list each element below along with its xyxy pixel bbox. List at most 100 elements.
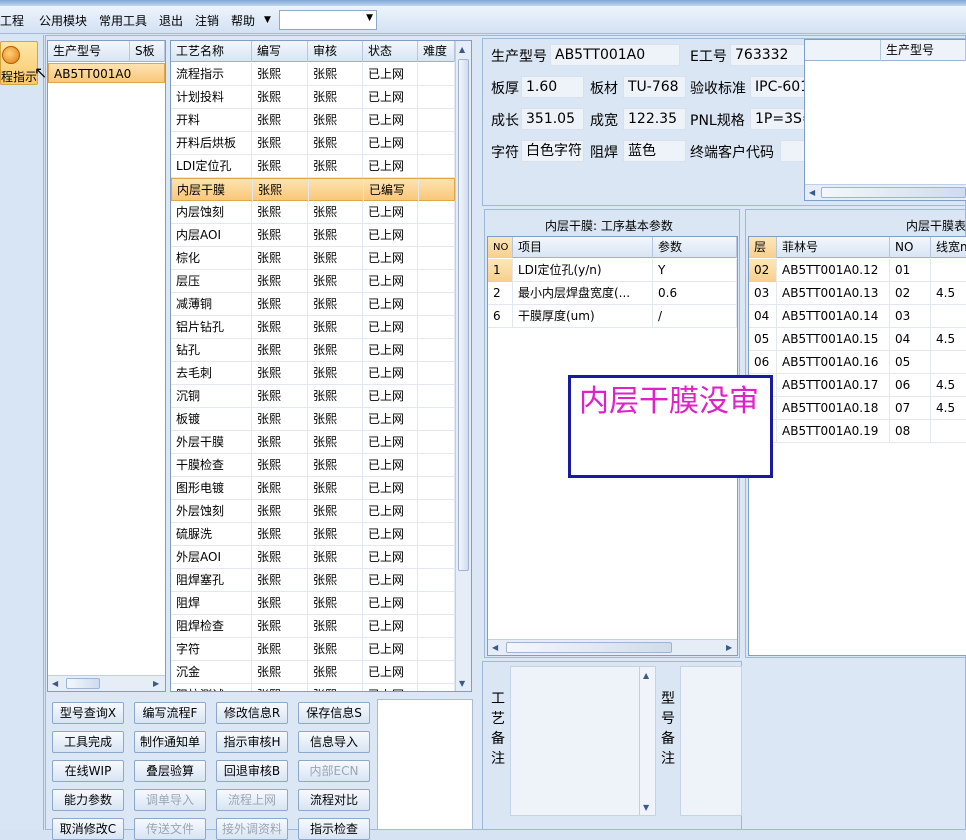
- param-row[interactable]: 1 LDI定位孔(y/n) Y: [488, 259, 737, 282]
- col-header-process-name[interactable]: 工艺名称: [171, 41, 252, 62]
- process-row[interactable]: 图形电镀 张熙 张熙 已上网: [171, 477, 455, 500]
- process-row[interactable]: 铝片钻孔 张熙 张熙 已上网: [171, 316, 455, 339]
- process-row[interactable]: 开料后烘板 张熙 张熙 已上网: [171, 132, 455, 155]
- col-header-reviewer[interactable]: 审核: [308, 41, 363, 62]
- customer-code-field[interactable]: [780, 140, 805, 162]
- process-row[interactable]: 阻焊检查 张熙 张熙 已上网: [171, 615, 455, 638]
- layer-row[interactable]: 03 AB5TT001A0.13 02 4.5: [749, 282, 966, 305]
- nav-process-instruction-button[interactable]: 程指示: [0, 41, 38, 85]
- col-header-s-board[interactable]: S板: [130, 41, 165, 62]
- action-button-11[interactable]: 内部ECN: [298, 760, 370, 782]
- process-row[interactable]: 流程指示 张熙 张熙 已上网: [171, 63, 455, 86]
- process-row[interactable]: 外层蚀刻 张熙 张熙 已上网: [171, 500, 455, 523]
- layer-row[interactable]: AB5TT001A0.19 08: [749, 420, 966, 443]
- col-header-side-model[interactable]: 生产型号: [881, 40, 966, 61]
- model-row[interactable]: AB5TT001A0: [48, 63, 165, 83]
- col-header-author[interactable]: 编写: [252, 41, 308, 62]
- material-field[interactable]: TU-768: [623, 76, 686, 98]
- menu-logout[interactable]: 注销: [195, 12, 219, 29]
- pnl-field[interactable]: 1P=3S=: [750, 108, 805, 130]
- scroll-up-icon[interactable]: ▲: [459, 45, 465, 54]
- scroll-thumb[interactable]: [506, 642, 672, 653]
- layer-row[interactable]: 05 AB5TT001A0.15 04 4.5: [749, 328, 966, 351]
- process-row[interactable]: 沉铜 张熙 张熙 已上网: [171, 385, 455, 408]
- col-header-model[interactable]: 生产型号: [48, 41, 130, 62]
- col-header-status[interactable]: 状态: [363, 41, 418, 62]
- process-row[interactable]: 计划投料 张熙 张熙 已上网: [171, 86, 455, 109]
- col-header-layer-no[interactable]: NO: [890, 237, 931, 258]
- col-header-line-width[interactable]: 线宽m: [931, 237, 966, 258]
- col-header-param[interactable]: 参数: [653, 237, 737, 258]
- action-button-8[interactable]: 在线WIP: [52, 760, 124, 782]
- scroll-left-icon[interactable]: ◀: [492, 643, 498, 652]
- process-row[interactable]: 字符 张熙 张熙 已上网: [171, 638, 455, 661]
- process-row[interactable]: 阻抗测试张熙张熙已上网: [171, 684, 455, 691]
- layer-row[interactable]: 04 AB5TT001A0.14 03: [749, 305, 966, 328]
- process-row[interactable]: 外层干膜 张熙 张熙 已上网: [171, 431, 455, 454]
- process-grid-vscrollbar[interactable]: ▲ ▼: [455, 41, 471, 691]
- layer-row[interactable]: 06 AB5TT001A0.16 05: [749, 351, 966, 374]
- process-row[interactable]: 板镀 张熙 张熙 已上网: [171, 408, 455, 431]
- menu-project[interactable]: 工程: [0, 12, 24, 29]
- menu-tools[interactable]: 常用工具: [99, 12, 147, 29]
- process-row[interactable]: 沉金 张熙 张熙 已上网: [171, 661, 455, 684]
- process-row[interactable]: 钻孔 张熙 张熙 已上网: [171, 339, 455, 362]
- character-field[interactable]: 白色字符: [521, 140, 584, 162]
- action-button-3[interactable]: 保存信息S: [298, 702, 370, 724]
- scroll-down-icon[interactable]: ▼: [643, 803, 649, 812]
- process-row[interactable]: 内层AOI 张熙 张熙 已上网: [171, 224, 455, 247]
- action-button-13[interactable]: 调单导入: [134, 789, 206, 811]
- layer-row[interactable]: AB5TT001A0.18 07 4.5: [749, 397, 966, 420]
- scroll-left-icon[interactable]: ◀: [52, 679, 58, 688]
- param-row[interactable]: 2 最小内层焊盘宽度(... 0.6: [488, 282, 737, 305]
- process-row[interactable]: 棕化 张熙 张熙 已上网: [171, 247, 455, 270]
- action-button-19[interactable]: 指示检查: [298, 818, 370, 840]
- action-button-6[interactable]: 指示审核H: [216, 731, 288, 753]
- process-remark-textarea[interactable]: ▲ ▼: [510, 666, 656, 816]
- scroll-thumb[interactable]: [458, 59, 469, 571]
- scroll-thumb[interactable]: [821, 187, 966, 198]
- action-button-1[interactable]: 编写流程F: [134, 702, 206, 724]
- width-field[interactable]: 122.35: [623, 108, 686, 130]
- action-button-16[interactable]: 取消修改C: [52, 818, 124, 840]
- action-button-2[interactable]: 修改信息R: [216, 702, 288, 724]
- params-hscrollbar[interactable]: ◀ ▶: [488, 639, 737, 655]
- process-row[interactable]: 硫脲洗 张熙 张熙 已上网: [171, 523, 455, 546]
- scroll-right-icon[interactable]: ▶: [153, 679, 159, 688]
- scroll-right-icon[interactable]: ▶: [726, 643, 732, 652]
- col-header-layer[interactable]: 层: [749, 237, 777, 258]
- help-dropdown-icon[interactable]: ▼: [264, 15, 271, 25]
- scroll-up-icon[interactable]: ▲: [643, 671, 649, 680]
- model-field[interactable]: AB5TT001A0: [550, 44, 680, 66]
- process-row[interactable]: 内层蚀刻 张熙 张熙 已上网: [171, 201, 455, 224]
- process-row[interactable]: 内层干膜 张熙 已编写: [171, 178, 456, 202]
- process-row[interactable]: 干膜检查 张熙 张熙 已上网: [171, 454, 455, 477]
- action-button-12[interactable]: 能力参数: [52, 789, 124, 811]
- action-button-9[interactable]: 叠层验算: [134, 760, 206, 782]
- process-row[interactable]: 去毛刺 张熙 张熙 已上网: [171, 362, 455, 385]
- process-row[interactable]: LDI定位孔 张熙 张熙 已上网: [171, 155, 455, 178]
- action-button-4[interactable]: 工具完成: [52, 731, 124, 753]
- menu-help[interactable]: 帮助: [231, 12, 255, 29]
- side-grid-hscrollbar[interactable]: ◀: [805, 184, 966, 200]
- action-button-5[interactable]: 制作通知单: [134, 731, 206, 753]
- action-button-0[interactable]: 型号查询X: [52, 702, 124, 724]
- model-remark-textarea[interactable]: [680, 666, 742, 816]
- action-button-15[interactable]: 流程对比: [298, 789, 370, 811]
- model-list-hscrollbar[interactable]: ◀ ▶: [48, 675, 165, 691]
- layer-row[interactable]: 02 AB5TT001A0.12 01: [749, 259, 966, 282]
- process-remark-vscrollbar[interactable]: ▲ ▼: [639, 667, 655, 815]
- thickness-field[interactable]: 1.60: [521, 76, 584, 98]
- action-button-7[interactable]: 信息导入: [298, 731, 370, 753]
- action-button-18[interactable]: 接外调资料: [216, 818, 288, 840]
- col-header-item[interactable]: 项目: [513, 237, 653, 258]
- action-button-10[interactable]: 回退审核B: [216, 760, 288, 782]
- process-row[interactable]: 开料 张熙 张熙 已上网: [171, 109, 455, 132]
- standard-field[interactable]: IPC-601: [750, 76, 805, 98]
- process-row[interactable]: 外层AOI 张熙 张熙 已上网: [171, 546, 455, 569]
- solder-mask-field[interactable]: 蓝色: [623, 140, 686, 162]
- col-header-film-no[interactable]: 菲林号: [777, 237, 890, 258]
- chevron-down-icon[interactable]: ▼: [366, 13, 373, 23]
- length-field[interactable]: 351.05: [521, 108, 584, 130]
- menu-common-module[interactable]: 公用模块: [39, 12, 87, 29]
